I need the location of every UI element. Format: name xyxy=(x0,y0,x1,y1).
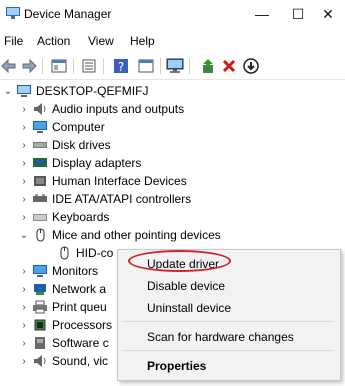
disable-device-menu-item[interactable]: Disable device xyxy=(147,279,225,293)
tree-item-monitors[interactable]: › Monitors xyxy=(18,262,98,280)
menu-separator xyxy=(123,321,333,322)
window-title: Device Manager xyxy=(24,7,112,21)
keyboard-icon xyxy=(33,214,47,221)
forward-icon[interactable] xyxy=(20,57,38,75)
software-component-icon xyxy=(35,337,45,349)
show-hide-icon[interactable] xyxy=(80,57,98,75)
chevron-right-icon[interactable]: › xyxy=(18,316,30,334)
display-adapter-icon xyxy=(33,158,47,167)
title-bar: Device Manager — ☐ ✕ xyxy=(0,0,345,28)
processor-icon xyxy=(34,319,46,331)
tree-item-display[interactable]: › Display adapters xyxy=(18,154,141,172)
network-icon xyxy=(34,284,46,295)
chevron-right-icon[interactable]: › xyxy=(18,136,30,154)
update-driver-icon[interactable] xyxy=(199,57,217,75)
chevron-down-icon[interactable]: ⌄ xyxy=(2,82,14,100)
tree-item-sound[interactable]: › Sound, vic xyxy=(18,352,108,370)
properties-sheet-icon[interactable] xyxy=(137,57,155,75)
speaker-icon xyxy=(34,103,46,115)
speaker-icon xyxy=(34,355,46,367)
properties-icon[interactable] xyxy=(50,57,68,75)
tree-item-network[interactable]: › Network a xyxy=(18,280,106,298)
toolbar: ? xyxy=(0,53,345,80)
hid-icon xyxy=(34,176,46,186)
close-button[interactable]: ✕ xyxy=(311,0,345,28)
toolbar-separator xyxy=(189,58,190,74)
monitor-icon[interactable] xyxy=(166,57,184,75)
chevron-right-icon[interactable]: › xyxy=(18,190,30,208)
chevron-down-icon[interactable]: ⌄ xyxy=(18,226,30,244)
svg-text:?: ? xyxy=(118,60,124,74)
menu-bar: File Action View Help xyxy=(0,30,345,52)
chevron-right-icon[interactable]: › xyxy=(18,280,30,298)
chevron-right-icon[interactable]: › xyxy=(18,334,30,352)
disk-icon xyxy=(33,142,47,148)
tree-item-hid-mouse[interactable]: HID-co xyxy=(42,244,113,262)
toolbar-separator xyxy=(42,58,43,74)
chevron-right-icon[interactable]: › xyxy=(18,352,30,370)
mouse-icon xyxy=(60,246,69,260)
menu-separator xyxy=(123,350,333,351)
chevron-right-icon[interactable]: › xyxy=(18,298,30,316)
menu-file[interactable]: File xyxy=(4,34,23,48)
toolbar-separator xyxy=(103,58,104,74)
tree-root-label: DESKTOP-QEFMIFJ xyxy=(36,84,149,98)
menu-help[interactable]: Help xyxy=(130,34,155,48)
tree-item-software[interactable]: › Software c xyxy=(18,334,108,352)
computer-icon xyxy=(17,85,31,97)
ide-controller-icon xyxy=(33,194,47,202)
chevron-right-icon[interactable]: › xyxy=(18,262,30,280)
menu-view[interactable]: View xyxy=(88,34,114,48)
properties-menu-item[interactable]: Properties xyxy=(147,359,206,373)
minimize-button[interactable]: — xyxy=(245,0,279,28)
tree-item-audio[interactable]: › Audio inputs and outputs xyxy=(18,100,184,118)
maximize-button[interactable]: ☐ xyxy=(281,0,315,28)
help-icon[interactable]: ? xyxy=(112,57,130,75)
menu-action[interactable]: Action xyxy=(37,34,70,48)
tree-item-disk[interactable]: › Disk drives xyxy=(18,136,110,154)
monitor-icon xyxy=(33,121,47,133)
tree-root[interactable]: ⌄ DESKTOP-QEFMIFJ xyxy=(2,82,149,100)
toolbar-separator xyxy=(160,58,161,74)
uninstall-device-menu-item[interactable]: Uninstall device xyxy=(147,301,231,315)
download-icon[interactable] xyxy=(242,57,260,75)
chevron-right-icon[interactable]: › xyxy=(18,100,30,118)
tree-item-hid[interactable]: › Human Interface Devices xyxy=(18,172,186,190)
scan-hardware-menu-item[interactable]: Scan for hardware changes xyxy=(147,330,294,344)
printer-icon xyxy=(33,300,47,314)
tree-item-keyboards[interactable]: › Keyboards xyxy=(18,208,109,226)
chevron-right-icon[interactable]: › xyxy=(18,154,30,172)
tree-item-ide[interactable]: › IDE ATA/ATAPI controllers xyxy=(18,190,191,208)
chevron-right-icon[interactable]: › xyxy=(18,172,30,190)
chevron-right-icon[interactable]: › xyxy=(18,118,30,136)
tree-item-processors[interactable]: › Processors xyxy=(18,316,112,334)
back-icon[interactable] xyxy=(0,57,18,75)
device-manager-icon xyxy=(6,7,20,19)
highlight-ellipse xyxy=(128,250,231,272)
tree-item-mice[interactable]: ⌄ Mice and other pointing devices xyxy=(18,226,221,244)
tree-item-computer[interactable]: › Computer xyxy=(18,118,104,136)
mouse-icon xyxy=(36,228,45,242)
monitor-icon xyxy=(33,265,47,277)
chevron-right-icon[interactable]: › xyxy=(18,208,30,226)
uninstall-icon[interactable] xyxy=(220,57,238,75)
tree-item-print[interactable]: › Print queu xyxy=(18,298,106,316)
toolbar-separator xyxy=(73,58,74,74)
